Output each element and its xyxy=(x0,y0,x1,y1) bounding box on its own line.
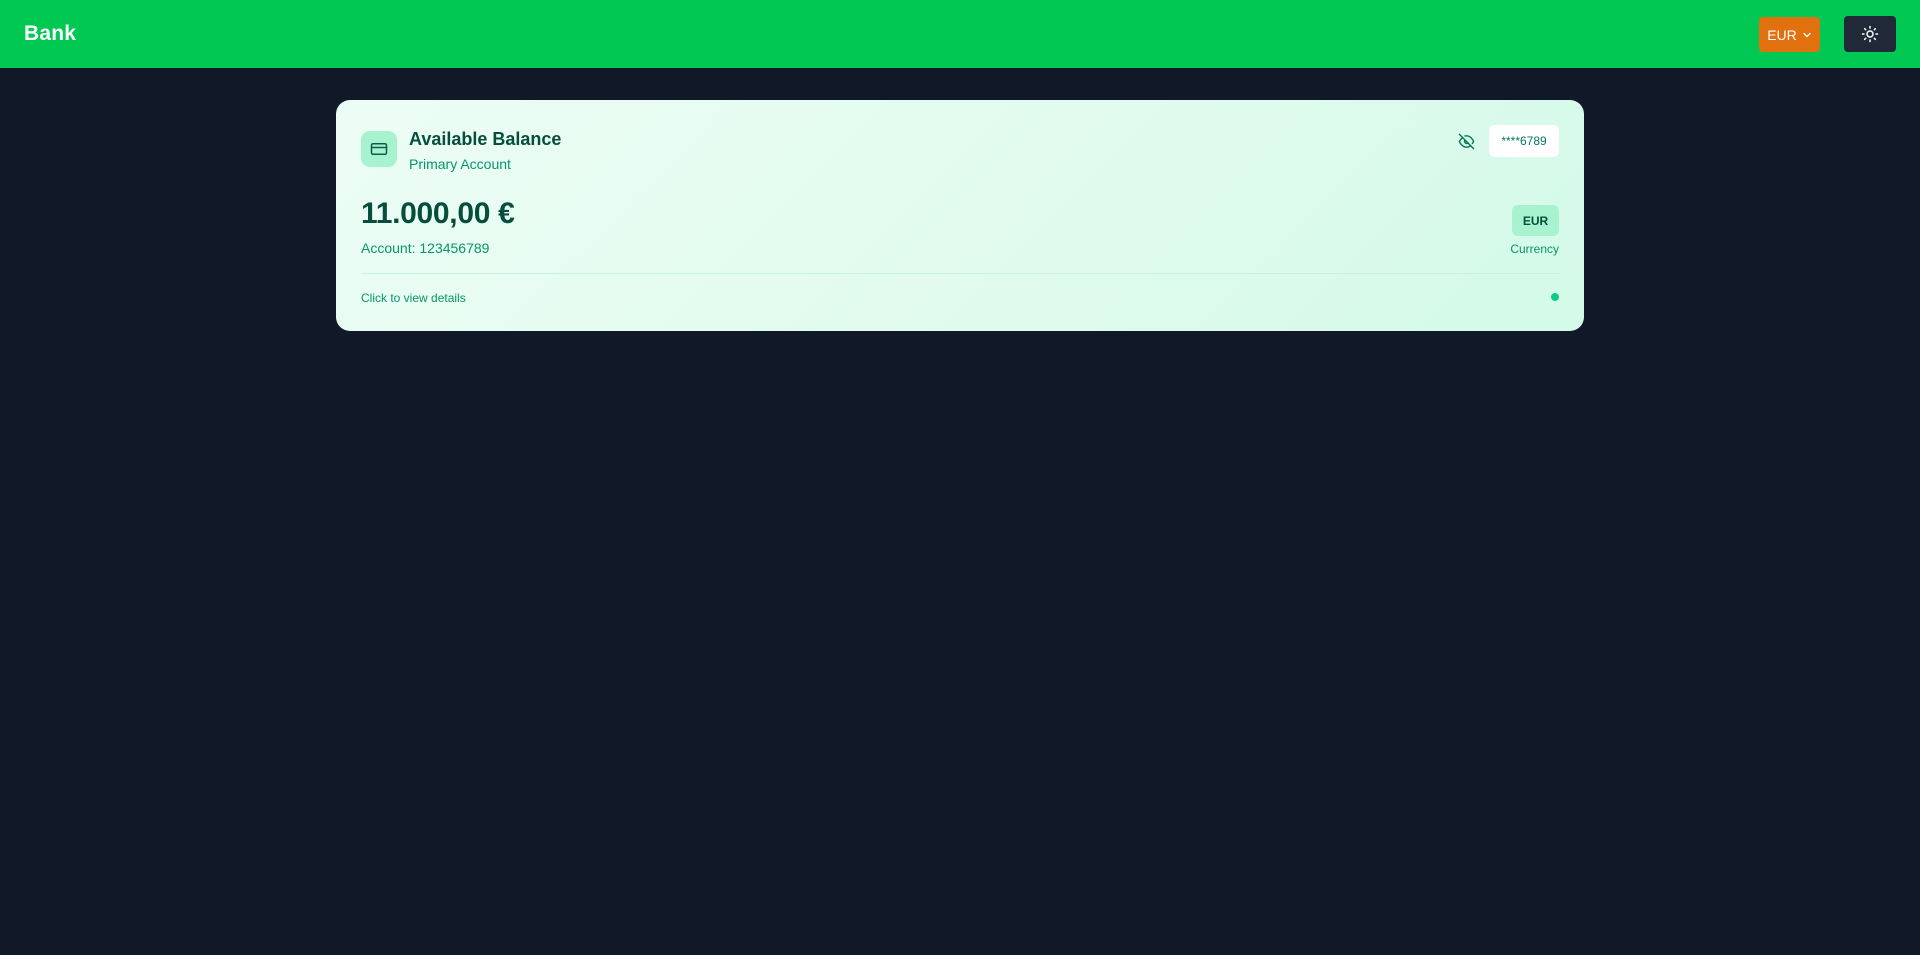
view-details-hint: Click to view details xyxy=(361,291,466,305)
sun-icon xyxy=(1861,25,1879,43)
currency-selector-value: EUR xyxy=(1767,26,1797,43)
balance-amount: 11.000,00 € xyxy=(361,197,515,230)
currency-badge: EUR xyxy=(1512,205,1559,236)
card-subtitle: Primary Account xyxy=(409,156,511,172)
card-title: Available Balance xyxy=(409,129,562,149)
toggle-balance-visibility-button[interactable] xyxy=(1456,131,1476,151)
account-number: Account: 123456789 xyxy=(361,240,490,256)
credit-card-icon xyxy=(361,131,397,167)
masked-account-number: ****6789 xyxy=(1489,125,1559,157)
balance-card[interactable]: Available Balance Primary Account ****67… xyxy=(336,100,1584,331)
currency-label: Currency xyxy=(1510,242,1559,256)
top-navigation-bar: Bank EUR xyxy=(0,0,1920,68)
brand-logo-text[interactable]: Bank xyxy=(24,22,76,46)
card-divider xyxy=(361,273,1559,274)
chevron-down-icon xyxy=(1803,32,1811,37)
eye-off-icon xyxy=(1458,133,1474,149)
currency-selector-button[interactable]: EUR xyxy=(1759,17,1820,52)
status-indicator-dot xyxy=(1551,293,1559,301)
theme-toggle-button[interactable] xyxy=(1844,16,1896,52)
